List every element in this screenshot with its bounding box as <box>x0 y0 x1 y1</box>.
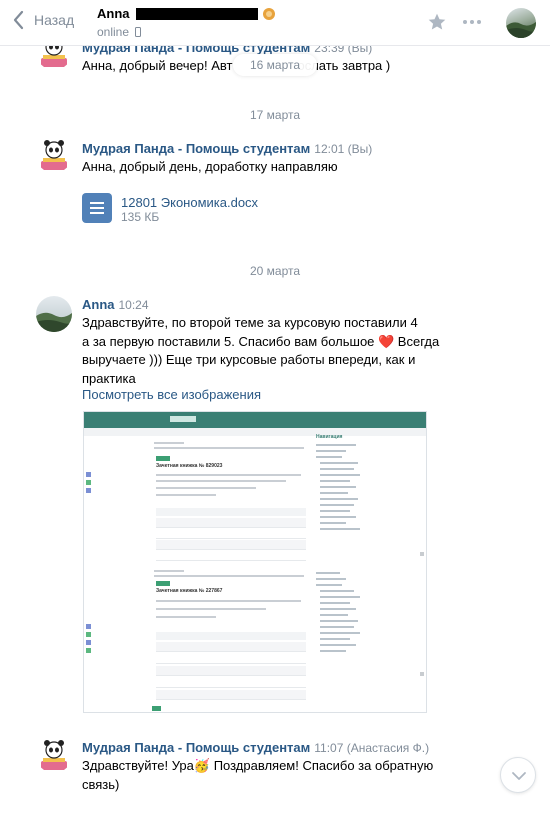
mobile-phone-icon <box>135 27 142 37</box>
chevron-down-icon <box>512 772 526 780</box>
peer-info[interactable]: Anna online <box>97 6 275 39</box>
floating-date: 16 марта <box>233 54 317 76</box>
message-author[interactable]: Мудрая Панда - Помощь студентам 11:07 (Ан… <box>82 740 429 755</box>
message-time: 10:24 <box>118 298 149 312</box>
document-name[interactable]: 12801 Экономика.docx <box>121 195 258 210</box>
message-text: Здравствуйте! Ура🥳 Поздравляем! Спасибо … <box>82 758 434 792</box>
peer-status: online <box>97 25 130 39</box>
panda-avatar[interactable] <box>36 737 72 773</box>
cookie-badge-icon <box>262 7 275 20</box>
chat-header: Назад Anna online <box>0 0 550 46</box>
message-text: Здравствуйте, по второй теме за курсовую… <box>82 315 440 386</box>
attached-image[interactable]: Зачетная книжка № 829023 Навигация Зачет… <box>83 411 427 713</box>
message-time: 11:07 (Анастасия Ф.) <box>314 741 430 755</box>
message-author[interactable]: Мудрая Панда - Помощь студентам 12:01 (Вы… <box>82 141 372 156</box>
message-text: Анна, добрый день, доработку направляю <box>82 159 338 174</box>
message-author[interactable]: Anna 10:24 <box>82 297 149 312</box>
date-separator: 20 марта <box>249 264 301 278</box>
record-book-title-1: Зачетная книжка № 829023 <box>156 463 223 469</box>
navigation-title: Навигация <box>316 434 343 440</box>
star-icon[interactable] <box>427 12 447 32</box>
peer-name: Anna <box>97 6 130 21</box>
document-icon <box>82 193 112 223</box>
chevron-left-icon <box>13 10 24 30</box>
message-time: 12:01 (Вы) <box>314 142 373 156</box>
redacted-surname <box>135 7 258 20</box>
peer-avatar[interactable] <box>506 8 536 38</box>
back-button[interactable]: Назад <box>12 10 74 30</box>
view-all-images-link[interactable]: Посмотреть все изображения <box>82 387 261 402</box>
more-icon[interactable] <box>463 20 481 24</box>
anna-avatar[interactable] <box>36 296 72 332</box>
record-book-title-2: Зачетная книжка № 227867 <box>156 588 223 594</box>
panda-avatar[interactable] <box>36 137 72 173</box>
back-label: Назад <box>34 12 75 28</box>
scroll-to-bottom-button[interactable] <box>500 757 536 793</box>
document-size: 135 КБ <box>121 210 160 224</box>
date-separator: 17 марта <box>249 108 301 122</box>
